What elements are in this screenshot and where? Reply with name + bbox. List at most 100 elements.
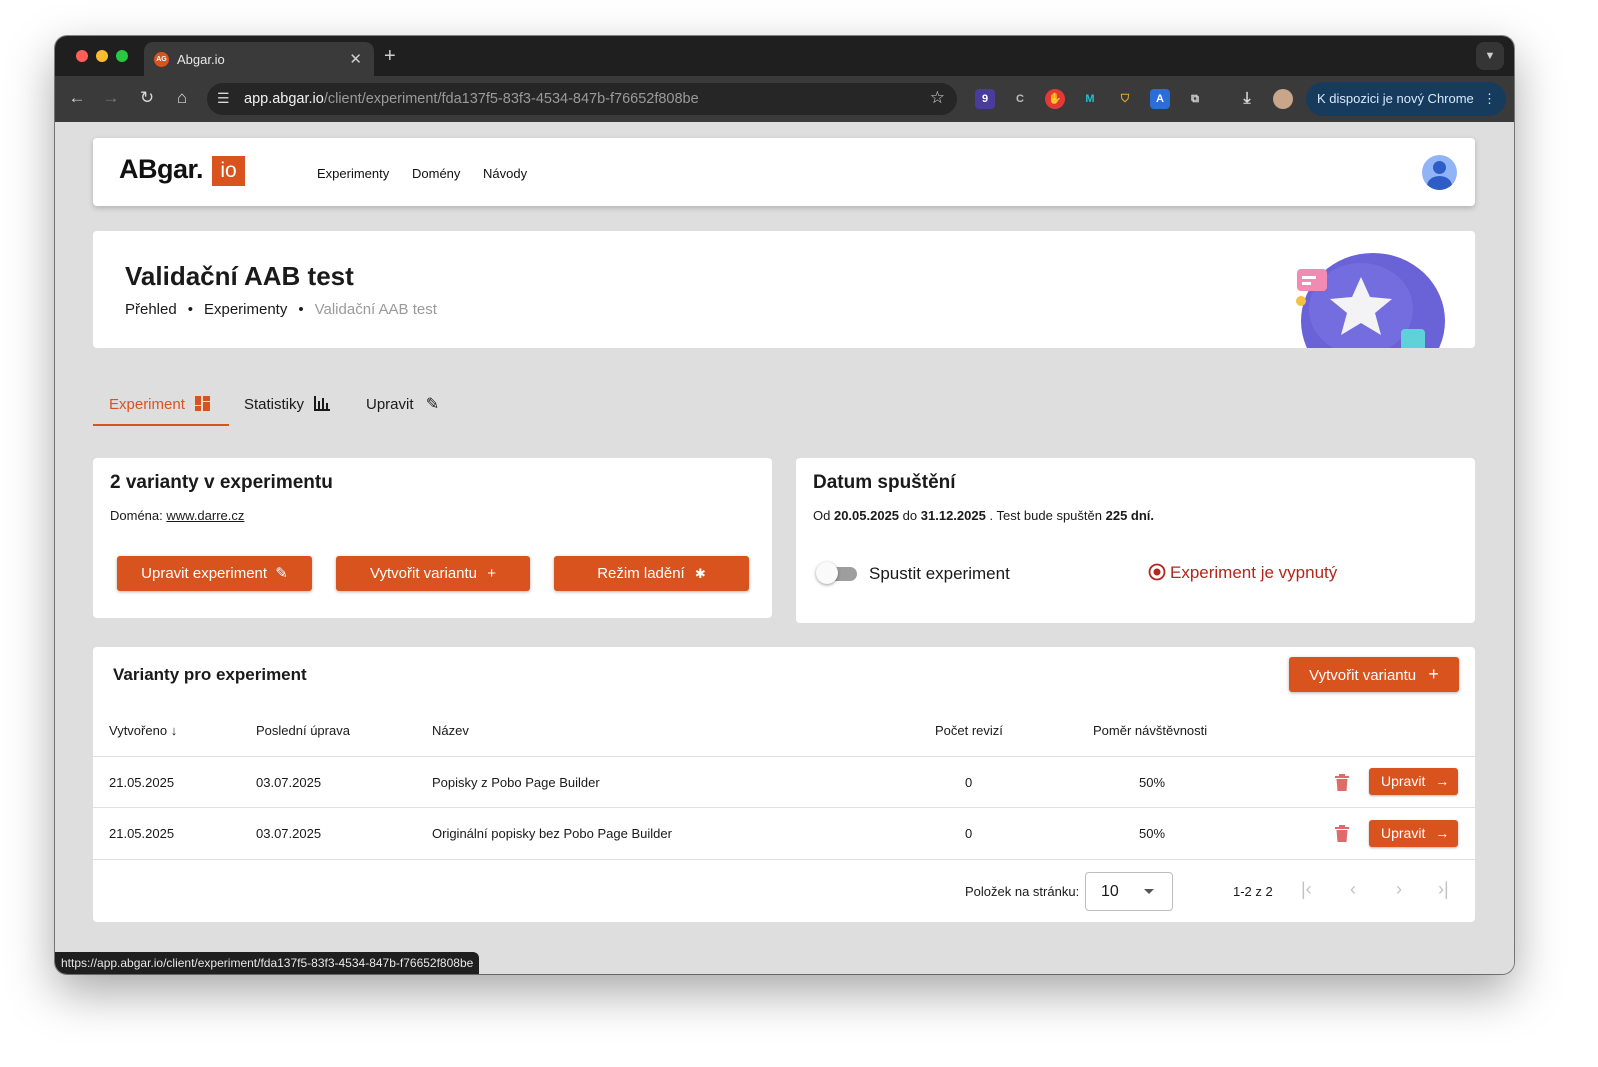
download-icon[interactable]: ⤓ (1237, 89, 1257, 109)
extension-m-icon[interactable]: M (1080, 89, 1100, 109)
tab-statistiky[interactable]: Statistiky (244, 384, 331, 426)
cell-name: Popisky z Pobo Page Builder (432, 775, 600, 790)
col-modified[interactable]: Poslední úprava (256, 723, 350, 738)
debug-mode-label: Režim ladění (597, 565, 685, 582)
variants-table-card: Varianty pro experiment Vytvořit variant… (93, 647, 1475, 922)
variants-table-title: Varianty pro experiment (113, 665, 307, 684)
dropdown-arrow-icon (1144, 889, 1154, 894)
bar-chart-icon (314, 396, 331, 411)
cell-ratio: 50% (1139, 826, 1166, 841)
col-name[interactable]: Název (432, 723, 469, 738)
cell-ratio: 50% (1139, 775, 1166, 790)
back-arrow-icon[interactable]: ← (67, 88, 87, 108)
tab-experiment[interactable]: Experiment (109, 384, 211, 426)
arrow-right-icon: → (1435, 773, 1450, 789)
user-avatar[interactable] (1422, 155, 1457, 190)
to-label: do (902, 508, 918, 523)
tab-statistiky-label: Statistiky (244, 396, 305, 413)
site-settings-icon[interactable]: ☰ (217, 90, 230, 107)
items-per-page-select[interactable]: 10 (1085, 872, 1173, 911)
delete-trash-icon[interactable] (1334, 825, 1350, 843)
tab-strip: AG Abgar.io ✕ + ▼ (55, 36, 1514, 76)
page-content: ABgar. io Experimenty Domény Návody Vali… (55, 122, 1514, 974)
nav-domeny[interactable]: Domény (412, 166, 460, 181)
chrome-update-button[interactable]: K dispozici je nový Chrome ⋮ (1306, 82, 1506, 116)
cell-revisions: 0 (965, 826, 973, 841)
logo[interactable]: ABgar. (119, 154, 204, 185)
extension-translate-icon[interactable]: A (1150, 89, 1170, 109)
launch-toggle-label[interactable]: Spustit experiment (869, 564, 1010, 584)
table-divider (93, 756, 1475, 757)
breadcrumb-experimenty[interactable]: Experimenty (204, 301, 287, 318)
pencil-icon: ✎ (275, 565, 288, 582)
run-text: . Test bude spuštěn (989, 508, 1102, 523)
logo-badge[interactable]: io (212, 156, 245, 186)
nav-navody[interactable]: Návody (483, 166, 527, 181)
forward-arrow-icon[interactable]: → (101, 88, 121, 108)
first-page-icon[interactable]: |‹ (1301, 879, 1312, 900)
edit-variant-label: Upravit (1381, 825, 1426, 841)
tab-upravit[interactable]: Upravit ✎ (366, 384, 439, 426)
browser-tab[interactable]: AG Abgar.io ✕ (144, 42, 374, 76)
breadcrumb-prehled[interactable]: Přehled (125, 301, 177, 318)
bookmark-star-icon[interactable]: ☆ (930, 88, 945, 108)
page-range: 1-2 z 2 (1233, 884, 1273, 899)
next-page-icon[interactable]: › (1396, 879, 1402, 900)
create-variant-table-button[interactable]: Vytvořit variantu + (1289, 657, 1459, 692)
launch-date-title: Datum spuštění (813, 472, 956, 493)
minimize-window-button[interactable] (96, 50, 108, 62)
domain-link[interactable]: www.darre.cz (166, 508, 244, 523)
profile-avatar-icon[interactable] (1273, 89, 1293, 109)
extension-badge-icon[interactable]: 9 (975, 89, 995, 109)
extension-ci-icon[interactable]: C (1010, 89, 1030, 109)
tab-close-icon[interactable]: ✕ (349, 50, 362, 68)
to-date: 31.12.2025 (920, 508, 986, 523)
edit-experiment-button[interactable]: Upravit experiment ✎ (117, 556, 312, 591)
plus-icon: + (1428, 664, 1439, 684)
delete-trash-icon[interactable] (1334, 774, 1350, 792)
launch-date-card: Datum spuštění Od 20.05.2025 do 31.12.20… (796, 458, 1475, 623)
col-created-label: Vytvořeno (109, 723, 168, 738)
cell-created: 21.05.2025 (109, 826, 175, 841)
previous-page-icon[interactable]: ‹ (1350, 879, 1356, 900)
reload-icon[interactable]: ↻ (137, 88, 157, 108)
create-variant-button[interactable]: Vytvořit variantu + (336, 556, 530, 591)
items-per-page-value: 10 (1101, 883, 1119, 900)
extension-shield-icon[interactable]: ⛉ (1115, 89, 1135, 109)
edit-variant-button[interactable]: Upravit → (1369, 820, 1458, 847)
url-text[interactable]: app.abgar.io/client/experiment/fda137f5-… (244, 91, 699, 107)
title-card: Validační AAB test Přehled • Experimenty • V… (93, 231, 1475, 348)
nav-experimenty[interactable]: Experimenty (317, 166, 389, 181)
bug-icon: ✱ (694, 566, 706, 581)
launch-toggle-knob[interactable] (816, 562, 838, 584)
domain-line: Doména: www.darre.cz (110, 508, 244, 523)
from-label: Od (813, 508, 831, 523)
more-vert-icon[interactable]: ⋮ (1483, 82, 1496, 116)
home-icon[interactable]: ⌂ (172, 88, 192, 108)
last-page-icon[interactable]: ›| (1438, 879, 1449, 900)
breadcrumb: Přehled • Experimenty • Validační AAB test (125, 301, 437, 318)
status-bar-url: https://app.abgar.io/client/experiment/f… (55, 952, 480, 974)
new-tab-button[interactable]: + (384, 45, 396, 68)
from-date: 20.05.2025 (833, 508, 900, 523)
run-days: 225 dní. (1105, 508, 1155, 523)
edit-variant-button[interactable]: Upravit → (1369, 768, 1458, 795)
col-ratio[interactable]: Poměr návštěvnosti (1093, 723, 1207, 738)
address-bar[interactable]: ☰ app.abgar.io/client/experiment/fda137f… (207, 83, 957, 115)
maximize-window-button[interactable] (116, 50, 128, 62)
debug-mode-button[interactable]: Režim ladění ✱ (554, 556, 749, 591)
create-variant-table-label: Vytvořit variantu (1309, 667, 1417, 684)
extension-hand-icon[interactable]: ✋ (1045, 89, 1065, 109)
items-per-page-label: Položek na stránku: (965, 884, 1080, 899)
avatar-torso (1427, 176, 1452, 190)
tab-experiment-label: Experiment (109, 396, 185, 413)
extensions-puzzle-icon[interactable]: ⧉ (1185, 89, 1205, 109)
browser-window: AG Abgar.io ✕ + ▼ ← → ↻ ⌂ ☰ app.abgar.io… (55, 36, 1514, 974)
col-created[interactable]: Vytvořeno ↓ (109, 723, 177, 738)
col-revisions[interactable]: Počet revizí (935, 723, 1003, 738)
avatar-head (1433, 161, 1446, 174)
cell-modified: 03.07.2025 (256, 775, 322, 790)
close-window-button[interactable] (76, 50, 88, 62)
tab-search-chevron-icon[interactable]: ▼ (1476, 42, 1504, 70)
tab-upravit-label: Upravit (366, 396, 414, 413)
